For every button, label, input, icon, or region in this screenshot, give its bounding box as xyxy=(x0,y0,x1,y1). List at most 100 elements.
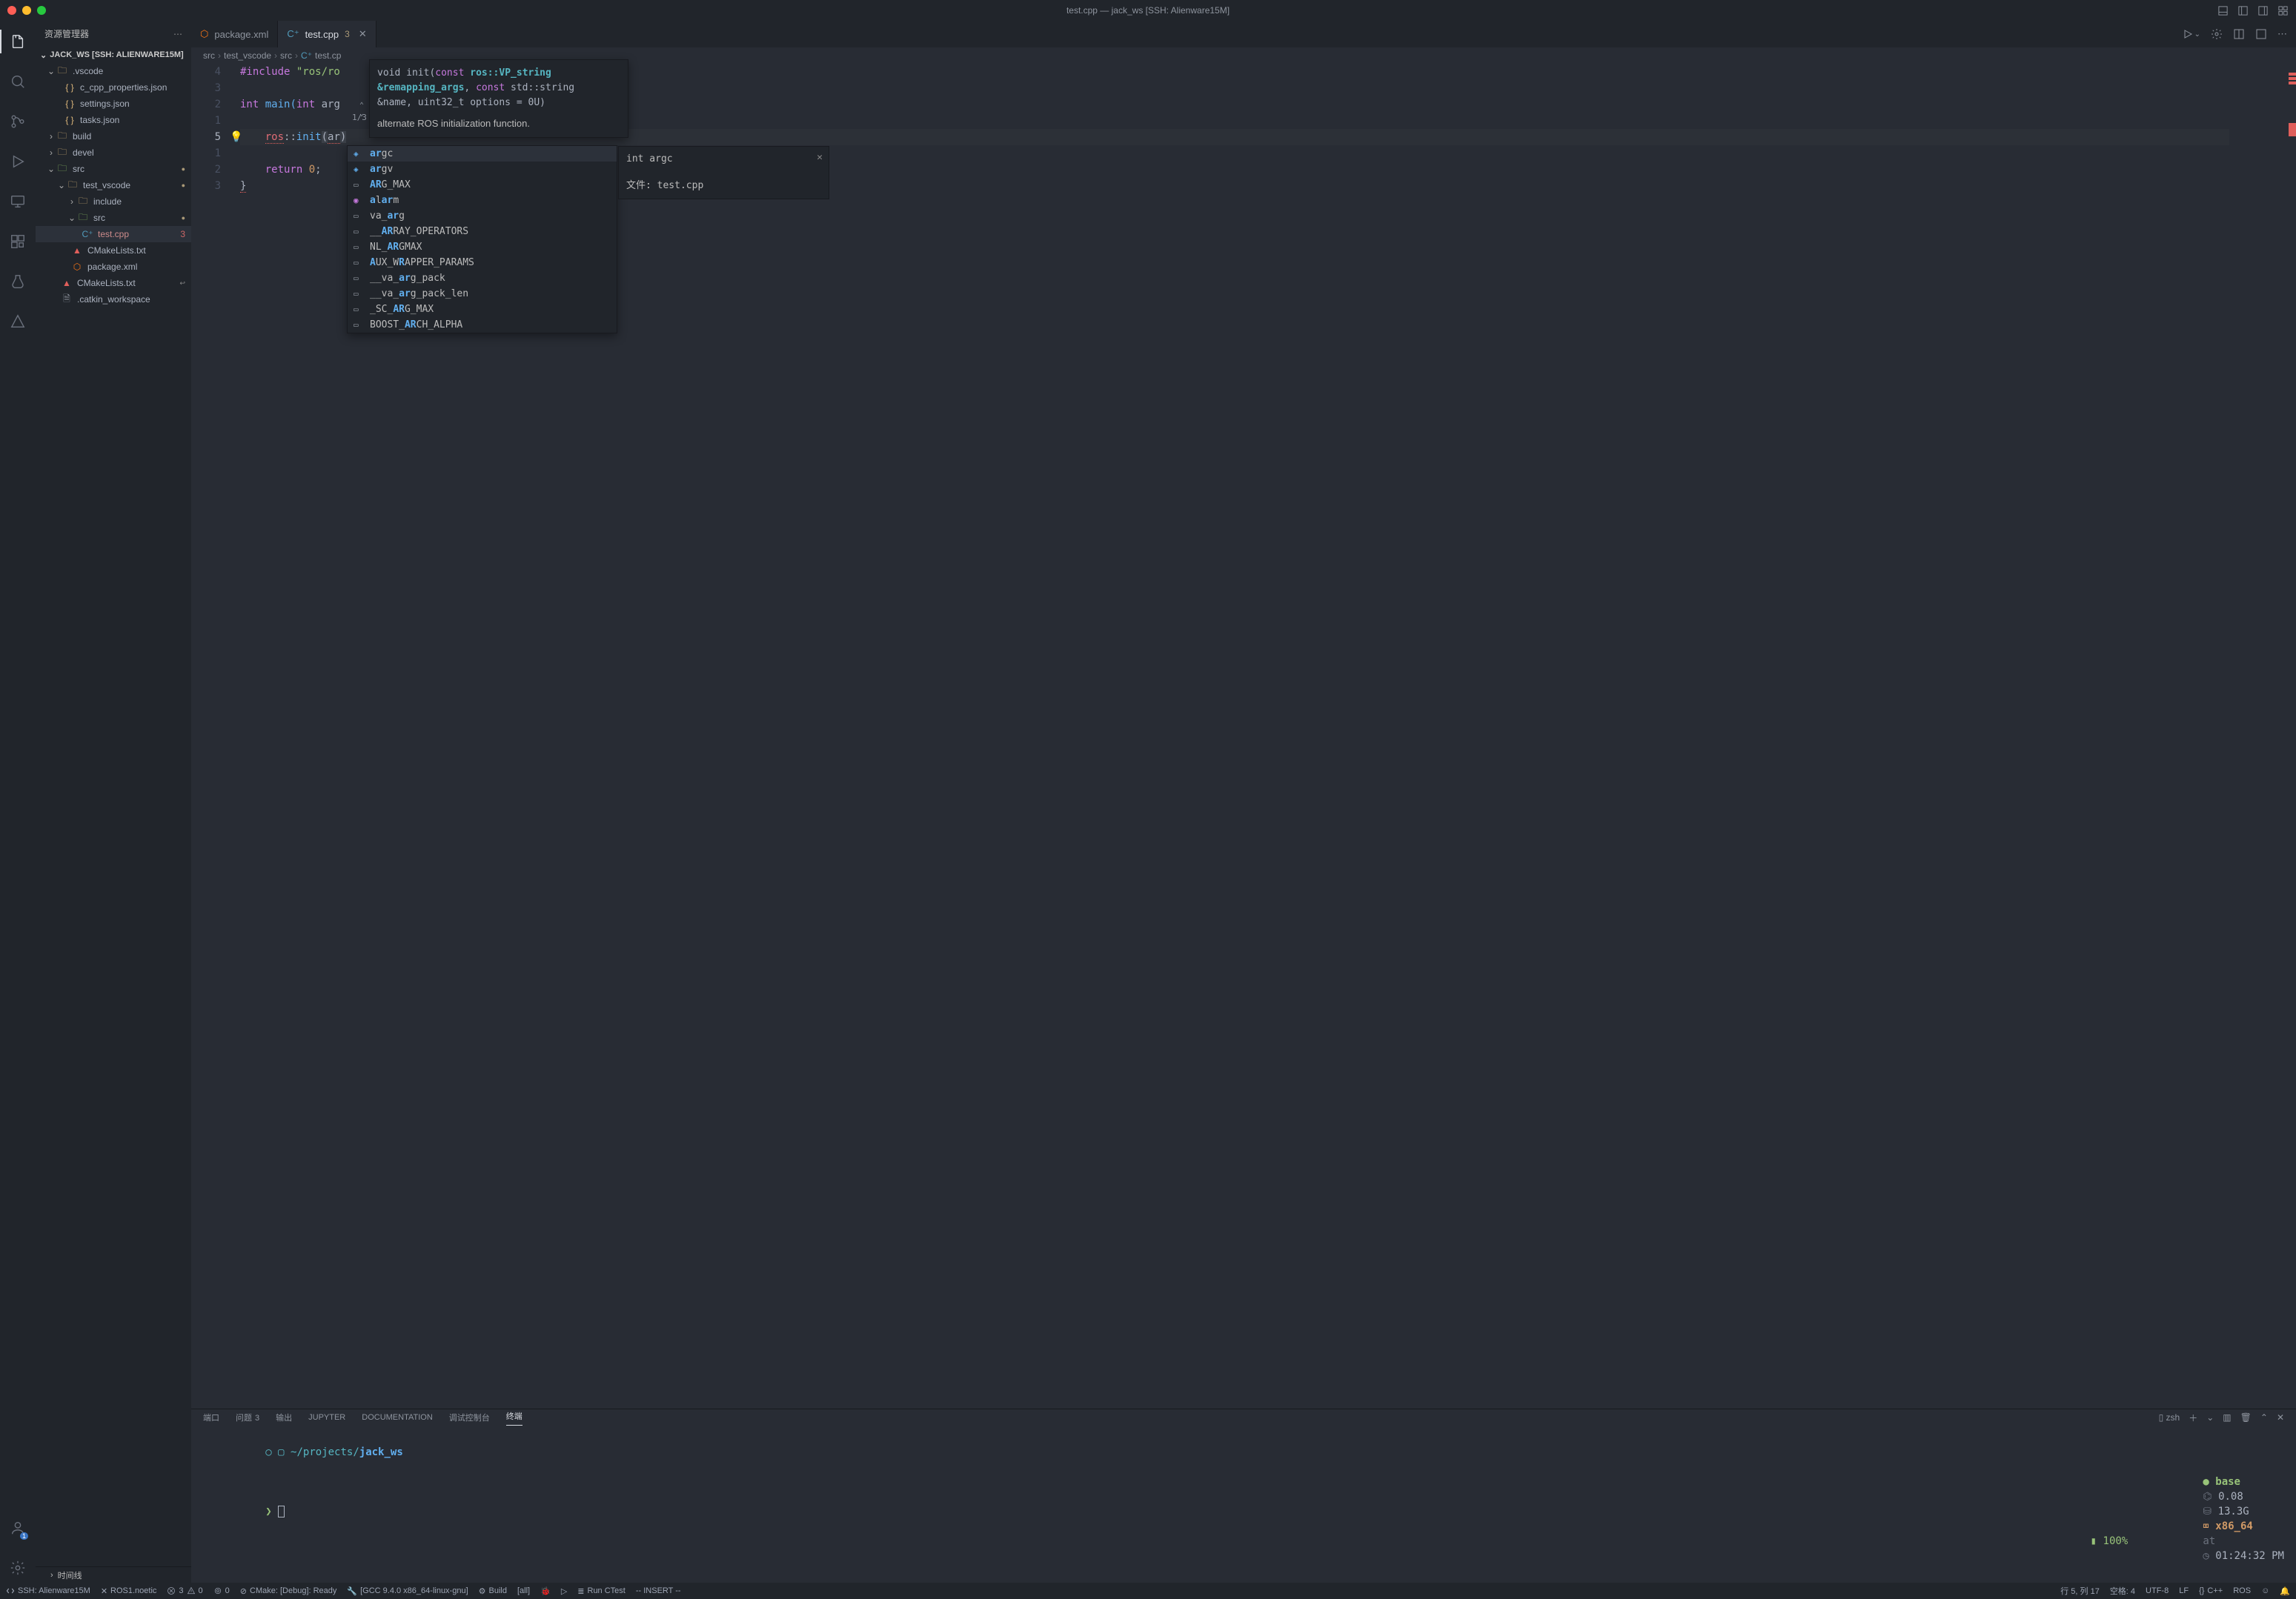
autocomplete-item[interactable]: ◉alarm xyxy=(348,193,617,208)
cmake-activity-icon[interactable] xyxy=(0,307,36,336)
panel-tab-debug-console[interactable]: 调试控制台 xyxy=(449,1412,490,1423)
run-debug-activity-icon[interactable] xyxy=(0,147,36,176)
tree-file-package-xml[interactable]: ⬡ package.xml xyxy=(36,259,191,275)
ctest-status[interactable]: ≣ Run CTest xyxy=(577,1586,626,1596)
split-terminal-icon[interactable]: ▥ xyxy=(2223,1412,2231,1423)
settings-activity-icon[interactable] xyxy=(0,1553,36,1583)
gear-icon[interactable] xyxy=(2211,28,2223,40)
tab-test-cpp[interactable]: C⁺ test.cpp 3 ✕ xyxy=(278,21,376,47)
breadcrumb-item[interactable]: src xyxy=(280,50,292,61)
panel-tab-output[interactable]: 输出 xyxy=(276,1412,292,1423)
more-icon[interactable]: ⋯ xyxy=(173,29,182,39)
terminal[interactable]: ○ ▢ ~/projects/jack_ws ● base ⌬ 0.08 ⛁ 1… xyxy=(191,1426,2296,1583)
tree-folder-src[interactable]: 🗀 src ● xyxy=(36,161,191,177)
breadcrumb-item[interactable]: test.cp xyxy=(315,50,341,61)
search-activity-icon[interactable] xyxy=(0,67,36,96)
close-window-button[interactable] xyxy=(7,6,16,15)
cmake-status[interactable]: ⊘ CMake: [Debug]: Ready xyxy=(240,1586,337,1596)
suggest-label: BOOST_ARCH_ALPHA xyxy=(370,317,462,333)
tree-folder-test-vscode[interactable]: 🗀 test_vscode ● xyxy=(36,177,191,193)
remote-explorer-activity-icon[interactable] xyxy=(0,187,36,216)
minimize-window-button[interactable] xyxy=(22,6,31,15)
run-icon[interactable]: ⌄ xyxy=(2182,28,2200,40)
explorer-activity-icon[interactable] xyxy=(0,27,36,56)
terminal-shell-select[interactable]: ▯ zsh xyxy=(2159,1412,2180,1423)
tab-label: package.xml xyxy=(214,29,268,40)
ros-lang-status[interactable]: ROS xyxy=(2233,1586,2251,1595)
extensions-activity-icon[interactable] xyxy=(0,227,36,256)
tree-folder-src2[interactable]: 🗀 src ● xyxy=(36,210,191,226)
new-terminal-icon[interactable]: ＋ xyxy=(2189,1412,2197,1424)
autocomplete-item[interactable]: ▭__va_arg_pack xyxy=(348,270,617,286)
timeline-section[interactable]: › 时间线 xyxy=(36,1566,191,1583)
tree-folder-include[interactable]: › 🗀 include xyxy=(36,193,191,210)
panel-tab-ports[interactable]: 端口 xyxy=(203,1412,219,1423)
testing-activity-icon[interactable] xyxy=(0,267,36,296)
tree-folder-vscode[interactable]: 🗀 .vscode xyxy=(36,63,191,79)
layout-sidebar-right-icon[interactable] xyxy=(2257,5,2269,16)
trash-icon[interactable]: 🗑 xyxy=(2240,1412,2252,1423)
breadcrumb-item[interactable]: test_vscode xyxy=(224,50,271,61)
debug-launch-icon[interactable]: 🐞 xyxy=(540,1586,551,1596)
language-status[interactable]: {} C++ xyxy=(2199,1586,2223,1595)
target-status[interactable]: [all] xyxy=(517,1586,530,1595)
json-icon: { } xyxy=(64,99,76,109)
layout-sidebar-icon[interactable] xyxy=(2237,5,2249,16)
more-icon[interactable]: ⋯ xyxy=(2277,28,2287,40)
close-tab-icon[interactable]: ✕ xyxy=(359,28,367,40)
autocomplete-popup[interactable]: ◈argc◈argv▭ARG_MAX◉alarm▭va_arg▭__ARRAY_… xyxy=(347,145,617,333)
autocomplete-item[interactable]: ▭__va_arg_pack_len xyxy=(348,286,617,302)
notifications-icon[interactable]: 🔔 xyxy=(2280,1586,2290,1596)
tree-file-test-cpp[interactable]: C⁺ test.cpp 3 xyxy=(36,226,191,242)
autocomplete-item[interactable]: ▭_SC_ARG_MAX xyxy=(348,302,617,317)
encoding-status[interactable]: UTF-8 xyxy=(2146,1586,2169,1595)
panel-tab-problems[interactable]: 问题3 xyxy=(236,1412,259,1423)
indent-status[interactable]: 空格: 4 xyxy=(2110,1585,2135,1597)
account-activity-icon[interactable]: 1 xyxy=(0,1513,36,1543)
panel-tab-jupyter[interactable]: JUPYTER xyxy=(308,1413,345,1422)
tree-file[interactable]: { } settings.json xyxy=(36,96,191,112)
close-panel-icon[interactable]: ✕ xyxy=(2277,1412,2284,1423)
tree-file[interactable]: { } tasks.json xyxy=(36,112,191,128)
panel-tab-terminal[interactable]: 终端 xyxy=(506,1410,522,1426)
autocomplete-item[interactable]: ◈argc xyxy=(348,146,617,162)
feedback-icon[interactable]: ☺ xyxy=(2261,1586,2269,1595)
panel-tab-documentation[interactable]: DOCUMENTATION xyxy=(362,1413,433,1422)
problems-status[interactable]: 3 0 xyxy=(167,1586,202,1595)
breadcrumb-item[interactable]: src xyxy=(203,50,215,61)
cursor-position[interactable]: 行 5, 列 17 xyxy=(2060,1585,2100,1597)
remote-status[interactable]: SSH: Alienware15M xyxy=(6,1586,90,1595)
tree-folder-build[interactable]: › 🗀 build xyxy=(36,128,191,144)
minimap[interactable] xyxy=(2229,64,2296,1409)
zoom-window-button[interactable] xyxy=(37,6,46,15)
autocomplete-item[interactable]: ◈argv xyxy=(348,162,617,177)
eol-status[interactable]: LF xyxy=(2179,1586,2189,1595)
run-launch-icon[interactable]: ▷ xyxy=(561,1586,567,1596)
tree-file-cmake[interactable]: ▲ CMakeLists.txt xyxy=(36,242,191,259)
tree-folder-devel[interactable]: › 🗀 devel xyxy=(36,144,191,161)
kit-status[interactable]: 🔧 [GCC 9.4.0 x86_64-linux-gnu] xyxy=(347,1586,468,1596)
customize-layout-icon[interactable] xyxy=(2277,5,2289,16)
ros-status[interactable]: ✕ ROS1.noetic xyxy=(101,1586,157,1596)
autocomplete-item[interactable]: ▭__ARRAY_OPERATORS xyxy=(348,224,617,239)
tree-file-cmake2[interactable]: ▲ CMakeLists.txt ↩ xyxy=(36,275,191,291)
ports-status[interactable]: 0 xyxy=(213,1586,230,1595)
source-control-activity-icon[interactable] xyxy=(0,107,36,136)
build-status[interactable]: ⚙ Build xyxy=(479,1586,507,1596)
layout-icon[interactable] xyxy=(2255,28,2267,40)
maximize-panel-icon[interactable]: ⌃ xyxy=(2260,1412,2268,1423)
terminal-dropdown-icon[interactable]: ⌄ xyxy=(2206,1412,2214,1423)
code-editor[interactable]: 💡 4 3 2 1 5 1 2 3 #include "ros/ro int m… xyxy=(191,64,2296,1409)
tree-file[interactable]: { } c_cpp_properties.json xyxy=(36,79,191,96)
autocomplete-item[interactable]: ▭BOOST_ARCH_ALPHA xyxy=(348,317,617,333)
autocomplete-item[interactable]: ▭va_arg xyxy=(348,208,617,224)
tree-file-catkin[interactable]: 🗎 .catkin_workspace xyxy=(36,291,191,308)
workspace-section[interactable]: JACK_WS [SSH: ALIENWARE15M] xyxy=(36,47,191,63)
close-icon[interactable]: ✕ xyxy=(817,150,823,166)
autocomplete-item[interactable]: ▭NL_ARGMAX xyxy=(348,239,617,255)
split-editor-icon[interactable] xyxy=(2233,28,2245,40)
layout-panel-icon[interactable] xyxy=(2217,5,2229,16)
autocomplete-item[interactable]: ▭AUX_WRAPPER_PARAMS xyxy=(348,255,617,270)
tab-package-xml[interactable]: ⬡ package.xml xyxy=(191,21,278,47)
autocomplete-item[interactable]: ▭ARG_MAX xyxy=(348,177,617,193)
